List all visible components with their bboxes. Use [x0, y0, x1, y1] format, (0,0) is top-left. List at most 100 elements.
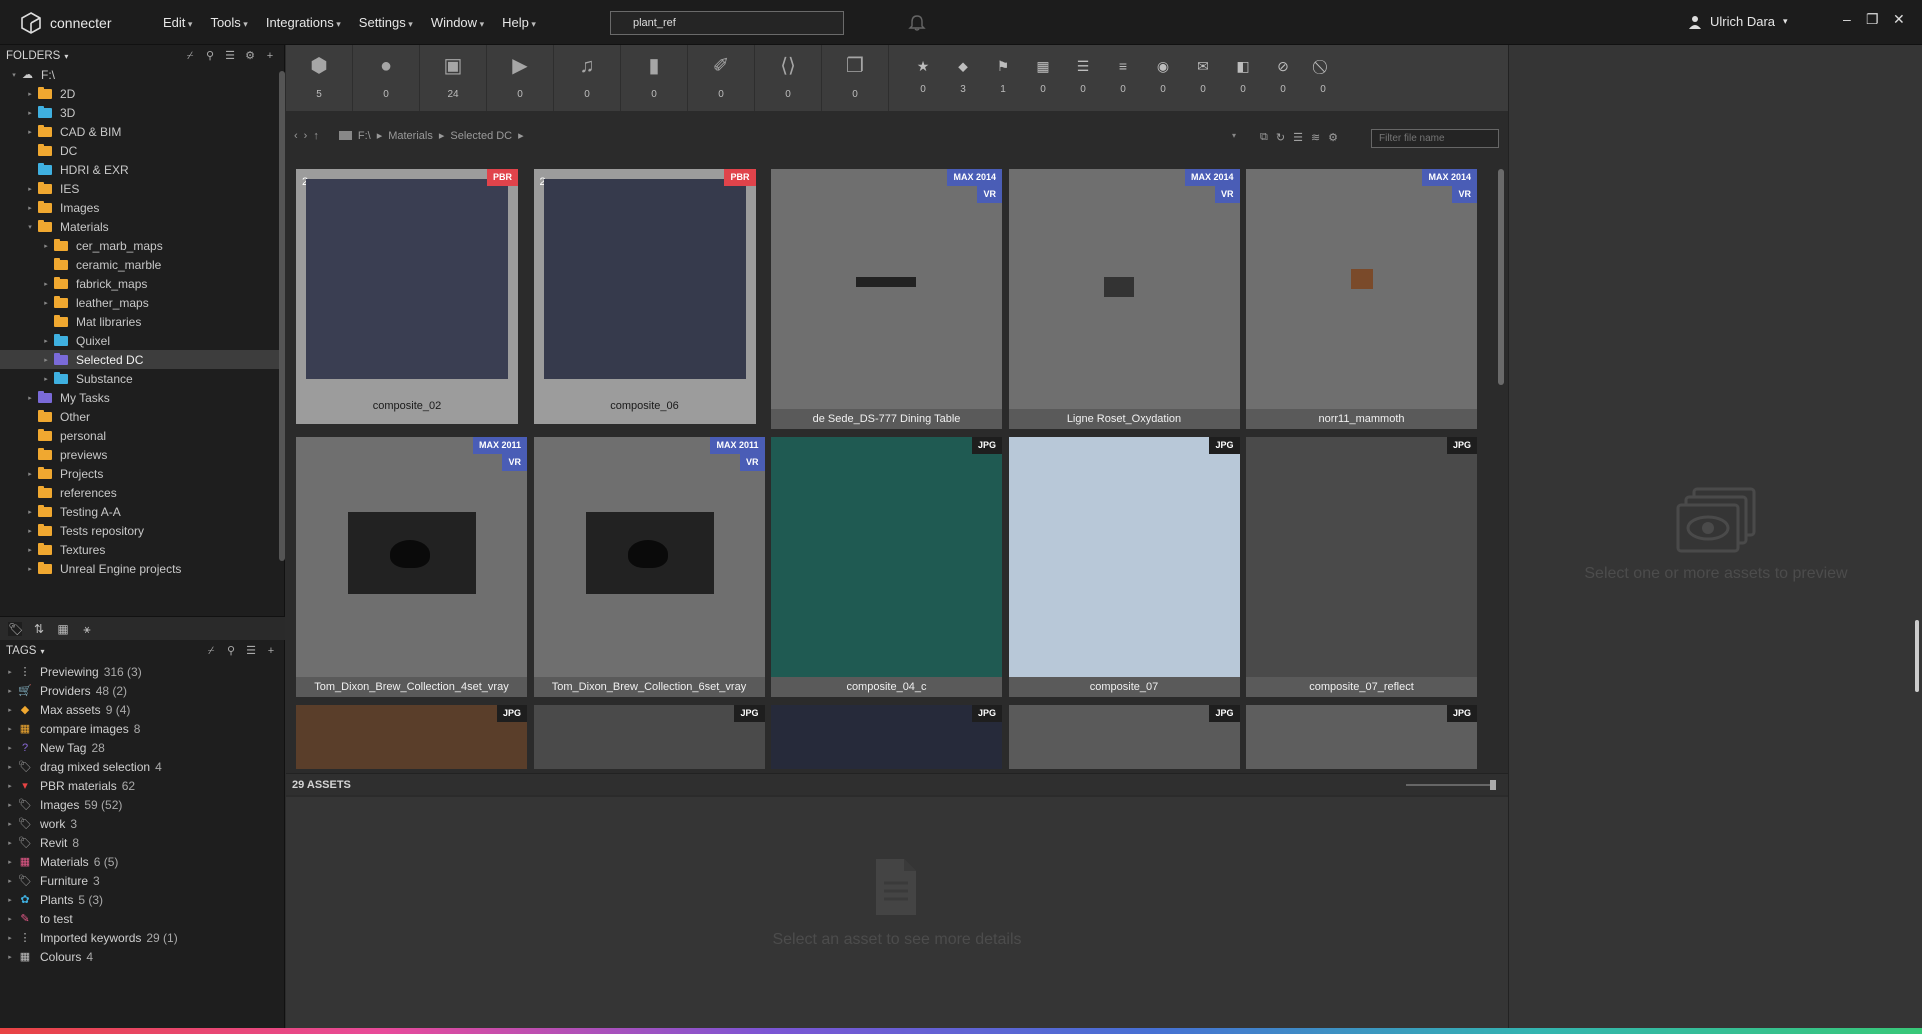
expand-icon[interactable]: ▸	[6, 877, 14, 885]
list-icon[interactable]: ☰	[245, 645, 257, 657]
tag-item[interactable]: ▸ 🏷 drag mixed selection 4	[0, 757, 285, 776]
expand-icon[interactable]: ▸	[6, 706, 14, 714]
tag-item[interactable]: ▸ ▦ Materials 6 (5)	[0, 852, 285, 871]
asset-card[interactable]: JPG	[1246, 705, 1477, 769]
expand-icon[interactable]: ▸	[6, 953, 14, 961]
folder-item[interactable]: ceramic_marble	[0, 255, 284, 274]
zoom-slider-handle[interactable]	[1490, 780, 1496, 790]
meta-filter-button[interactable]: ⊘ 0	[1263, 45, 1303, 111]
menu-integrations[interactable]: Integrations	[266, 15, 351, 30]
asset-card[interactable]: ⬥MAX 2014VRde Sede_DS-777 Dining Table	[771, 169, 1002, 429]
folder-item[interactable]: ▸ Unreal Engine projects	[0, 559, 284, 578]
asset-card[interactable]: ⬥MAX 2011VRTom_Dixon_Brew_Collection_4se…	[296, 437, 527, 697]
folder-item[interactable]: previews	[0, 445, 284, 464]
expand-icon[interactable]: ▸	[26, 546, 34, 554]
folder-item[interactable]: Mat libraries	[0, 312, 284, 331]
folder-item[interactable]: ▸ Images	[0, 198, 284, 217]
expand-icon[interactable]: ▸	[6, 801, 14, 809]
menu-window[interactable]: Window	[431, 15, 494, 30]
app-logo[interactable]: connecter	[20, 12, 111, 34]
asset-card[interactable]: JPG	[1008, 705, 1240, 769]
expand-icon[interactable]: ▸	[26, 90, 34, 98]
tag-item[interactable]: ▸ ✎ to test	[0, 909, 285, 928]
gear-icon[interactable]: ⚙	[244, 50, 256, 62]
expand-icon[interactable]: ▸	[6, 839, 14, 847]
breadcrumb-materials[interactable]: Materials	[388, 130, 433, 142]
folder-item[interactable]: ▸ fabrick_maps	[0, 274, 284, 293]
expand-icon[interactable]: ▸	[6, 725, 14, 733]
hierarchy-tab-icon[interactable]: ⇅	[32, 622, 46, 636]
type-filter-button[interactable]: ▮ 0	[621, 45, 688, 111]
type-filter-button[interactable]: ⟨⟩ 0	[755, 45, 822, 111]
asset-card[interactable]: MAX 2014 VR norr11_mammoth	[1246, 169, 1477, 429]
layers-icon[interactable]: ⧉	[1260, 131, 1268, 144]
folder-item[interactable]: ▸ Testing A-A	[0, 502, 284, 521]
expand-icon[interactable]: ▸	[6, 687, 14, 695]
forward-icon[interactable]: ›	[304, 130, 308, 142]
expand-icon[interactable]: ▾	[10, 71, 18, 79]
folder-item[interactable]: ▸ Tests repository	[0, 521, 284, 540]
folder-item[interactable]: ▾ Materials	[0, 217, 284, 236]
type-filter-button[interactable]: ✐ 0	[688, 45, 755, 111]
user-menu[interactable]: Ulrich Dara ▾	[1688, 14, 1788, 29]
tag-item[interactable]: ▸ 🏷 work 3	[0, 814, 285, 833]
search-icon[interactable]: ⚲	[225, 645, 237, 657]
back-icon[interactable]: ‹	[294, 130, 298, 142]
tag-tab-icon[interactable]: 🏷	[8, 621, 23, 636]
folder-item[interactable]: DC	[0, 141, 284, 160]
add-icon[interactable]: +	[265, 645, 277, 657]
menu-settings[interactable]: Settings	[359, 15, 423, 30]
asset-card[interactable]: JPG	[296, 705, 527, 769]
meta-filter-button[interactable]: ◧ 0	[1223, 45, 1263, 111]
preview-resize-handle[interactable]	[1915, 620, 1919, 692]
meta-filter-button[interactable]: ✉ 0	[1183, 45, 1223, 111]
meta-filter-button[interactable]: ≡ 0	[1103, 45, 1143, 111]
asset-card[interactable]: JPG composite_07_reflect	[1246, 437, 1477, 697]
expand-icon[interactable]: ▸	[26, 470, 34, 478]
folder-item[interactable]: ▸ Substance	[0, 369, 284, 388]
tag-item[interactable]: ▸ ▾ PBR materials 62	[0, 776, 285, 795]
meta-filter-button[interactable]: ⬥ 3	[943, 45, 983, 111]
type-filter-button[interactable]: ❐ 0	[822, 45, 889, 111]
expand-icon[interactable]: ▸	[42, 299, 50, 307]
folder-item[interactable]: ▸ 2D	[0, 84, 284, 103]
expand-icon[interactable]: ▸	[42, 242, 50, 250]
folder-item[interactable]: ▸ leather_maps	[0, 293, 284, 312]
tag-item[interactable]: ▸ ▦ compare images 8	[0, 719, 285, 738]
grid-scrollbar[interactable]	[1498, 169, 1504, 385]
filter-file-input[interactable]	[1371, 129, 1499, 148]
folder-root[interactable]: ▾ ☁ F:\	[0, 65, 284, 84]
expand-icon[interactable]: ▸	[6, 915, 14, 923]
asset-card[interactable]: JPG composite_04_c	[771, 437, 1002, 697]
asset-card[interactable]: 2PBRcomposite_06	[533, 169, 756, 424]
expand-icon[interactable]: ▸	[26, 128, 34, 136]
tag-item[interactable]: ▸ ◆ Max assets 9 (4)	[0, 700, 285, 719]
folder-item[interactable]: ▸ cer_marb_maps	[0, 236, 284, 255]
close-icon[interactable]: ✕	[1893, 11, 1905, 28]
stack-icon[interactable]: ≋	[1311, 131, 1320, 144]
menu-tools[interactable]: Tools	[210, 15, 257, 30]
tag-item[interactable]: ▸ 🏷 Furniture 3	[0, 871, 285, 890]
asset-card[interactable]: 2PBRcomposite_02	[296, 169, 518, 424]
bell-icon[interactable]	[907, 13, 927, 33]
expand-icon[interactable]: ▸	[26, 185, 34, 193]
expand-icon[interactable]: ▸	[26, 204, 34, 212]
tag-item[interactable]: ▸ 🏷 Revit 8	[0, 833, 285, 852]
meta-filter-button[interactable]: ⃠0	[1303, 45, 1343, 111]
expand-icon[interactable]: ▸	[26, 527, 34, 535]
zoom-slider[interactable]	[1406, 784, 1496, 786]
expand-icon[interactable]: ▸	[6, 763, 14, 771]
sort-icon[interactable]: ☰	[1293, 131, 1303, 144]
expand-icon[interactable]: ▸	[26, 565, 34, 573]
breadcrumb-dropdown-icon[interactable]: ▾	[1232, 131, 1236, 140]
type-filter-button[interactable]: ▣ 24	[420, 45, 487, 111]
expand-icon[interactable]: ▸	[42, 280, 50, 288]
menu-edit[interactable]: Edit	[163, 15, 202, 30]
search-icon[interactable]: ⚲	[204, 50, 216, 62]
folder-item[interactable]: ▸ Selected DC	[0, 350, 284, 369]
type-filter-button[interactable]: ▶ 0	[487, 45, 554, 111]
folder-item[interactable]: ▸ IES	[0, 179, 284, 198]
asset-card[interactable]: ⬥MAX 2011VRTom_Dixon_Brew_Collection_6se…	[533, 437, 765, 697]
asset-card[interactable]: JPG	[533, 705, 765, 769]
restore-icon[interactable]: ❐	[1866, 11, 1879, 28]
